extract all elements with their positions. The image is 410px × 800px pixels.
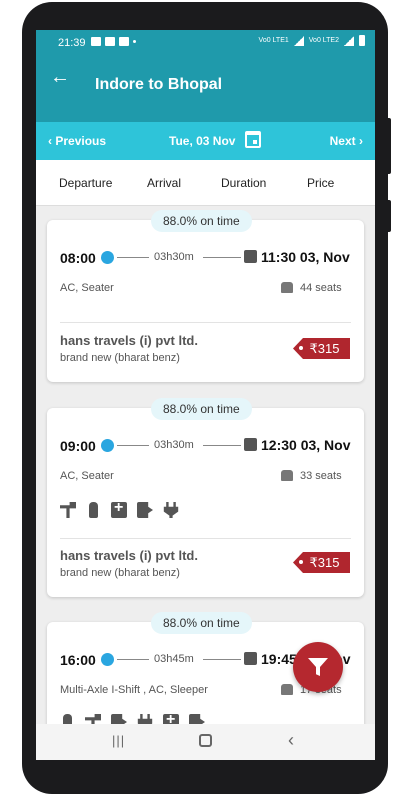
filter-button[interactable]	[293, 642, 343, 692]
arrival-time: 11:30 03, Nov	[261, 249, 350, 265]
calendar-icon[interactable]	[245, 131, 261, 148]
departure-time: 16:00	[60, 652, 96, 668]
trip-duration: 03h45m	[154, 653, 194, 665]
recent-apps-icon[interactable]: |||	[112, 733, 125, 748]
route-line	[117, 445, 149, 446]
route-line	[203, 445, 241, 446]
bus-card[interactable]: 88.0% on time 09:00 03h30m 12:30 03, Nov…	[47, 398, 364, 597]
trip-duration: 03h30m	[154, 251, 194, 263]
price-tag: ₹315	[293, 552, 350, 573]
bus-description: brand new (bharat benz)	[60, 567, 180, 579]
on-time-badge: 88.0% on time	[151, 210, 252, 232]
bus-description: brand new (bharat benz)	[60, 352, 180, 364]
previous-label: Previous	[55, 134, 107, 148]
seat-icon	[281, 282, 293, 293]
sort-bar: Departure Arrival Duration Price	[36, 160, 375, 206]
arrival-square-icon	[244, 250, 257, 263]
next-day-button[interactable]: Next ›	[330, 134, 363, 148]
volume-button	[386, 118, 391, 174]
departure-time: 08:00	[60, 250, 96, 266]
route-line	[117, 257, 149, 258]
seat-icon	[281, 470, 293, 481]
route-line	[117, 659, 149, 660]
twitter-icon	[105, 37, 115, 46]
bus-type: Multi-Axle I-Shift , AC, Sleeper	[60, 684, 208, 696]
seats-available: 33 seats	[300, 470, 342, 482]
status-bar: 21:39 Vo0 LTE1 Vo0 LTE2	[36, 30, 375, 56]
filter-icon	[308, 658, 328, 676]
app-screen: 21:39 Vo0 LTE1 Vo0 LTE2 ← Indore to Bhop…	[36, 30, 375, 760]
notification-icon	[91, 37, 101, 46]
sort-duration-tab[interactable]: Duration	[221, 176, 266, 190]
hammer-icon	[60, 502, 76, 518]
operator-name: hans travels (i) pvt ltd.	[60, 333, 198, 348]
battery-icon	[359, 35, 365, 46]
route-line	[203, 257, 241, 258]
operator-name: hans travels (i) pvt ltd.	[60, 548, 198, 563]
divider	[60, 322, 351, 323]
next-label: Next	[329, 134, 356, 148]
seat-icon	[281, 684, 293, 695]
more-dot-icon	[133, 40, 136, 43]
back-nav-icon[interactable]: ‹	[288, 730, 294, 751]
extinguisher-icon	[89, 502, 98, 518]
price-tag: ₹315	[293, 338, 350, 359]
sort-arrival-tab[interactable]: Arrival	[147, 176, 181, 190]
divider	[60, 538, 351, 539]
departure-dot-icon	[101, 251, 114, 264]
signal-icon	[344, 35, 354, 46]
first-aid-icon	[111, 499, 127, 518]
phone-frame: 21:39 Vo0 LTE1 Vo0 LTE2 ← Indore to Bhop…	[0, 0, 410, 800]
signal-icon	[293, 35, 304, 46]
sort-price-tab[interactable]: Price	[307, 176, 334, 190]
trip-duration: 03h30m	[154, 439, 194, 451]
bus-card[interactable]: 88.0% on time 08:00 03h30m 11:30 03, Nov…	[47, 210, 364, 382]
system-icons: Vo0 LTE1 Vo0 LTE2	[259, 35, 365, 46]
departure-dot-icon	[101, 653, 114, 666]
network-label-1: Vo0 LTE1	[258, 37, 289, 44]
notification-icons	[91, 37, 136, 46]
home-icon[interactable]	[199, 734, 212, 747]
app-bar: ← Indore to Bhopal	[36, 56, 375, 122]
amenities-row	[60, 499, 179, 518]
seats-available: 44 seats	[300, 282, 342, 294]
charging-plug-icon	[163, 502, 179, 518]
sort-departure-tab[interactable]: Departure	[59, 176, 112, 190]
emergency-exit-icon	[137, 502, 153, 518]
status-time: 21:39	[58, 37, 86, 49]
arrival-square-icon	[244, 652, 257, 665]
arrival-square-icon	[244, 438, 257, 451]
route-line	[203, 659, 241, 660]
network-label-2: Vo0 LTE2	[308, 37, 339, 44]
arrival-time: 12:30 03, Nov	[261, 437, 351, 453]
system-nav-bar: ||| ‹	[36, 724, 375, 760]
power-button	[386, 200, 391, 232]
bus-type: AC, Seater	[60, 470, 114, 482]
arrow-left-icon[interactable]: ←	[50, 67, 70, 87]
on-time-badge: 88.0% on time	[151, 398, 252, 420]
on-time-badge: 88.0% on time	[151, 612, 252, 634]
selected-date[interactable]: Tue, 03 Nov	[169, 134, 235, 148]
departure-dot-icon	[101, 439, 114, 452]
date-bar: ‹ Previous Tue, 03 Nov Next ›	[36, 122, 375, 160]
gallery-icon	[119, 37, 129, 46]
departure-time: 09:00	[60, 438, 96, 454]
page-title: Indore to Bhopal	[95, 76, 223, 93]
previous-day-button[interactable]: ‹ Previous	[48, 134, 106, 148]
bus-type: AC, Seater	[60, 282, 114, 294]
